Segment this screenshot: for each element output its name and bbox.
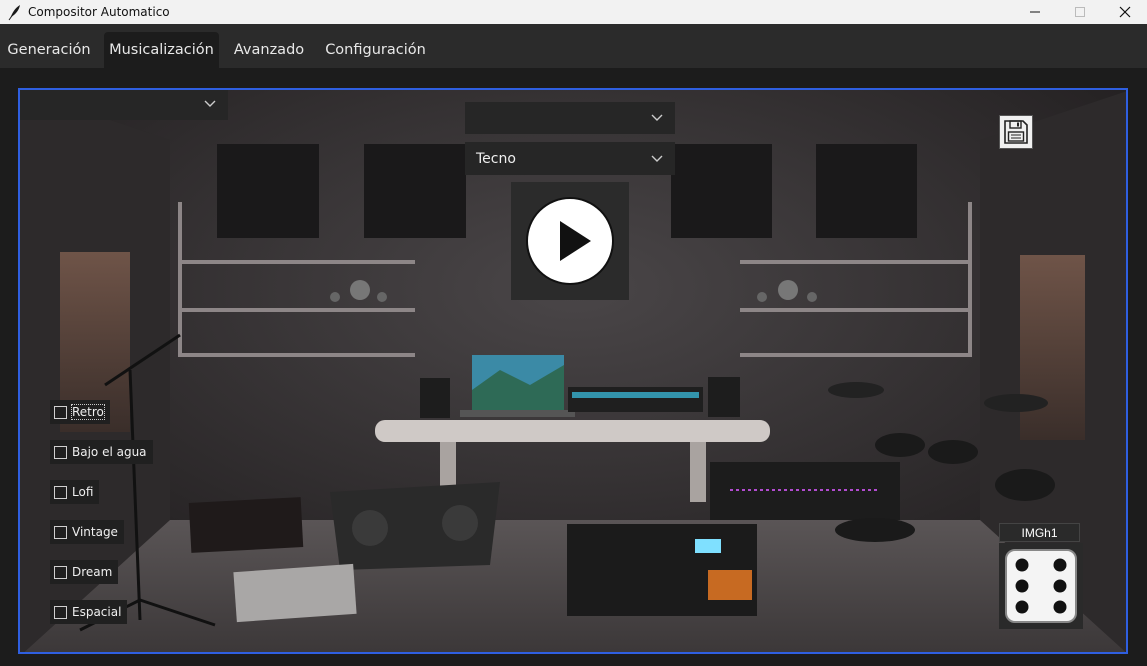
tab-configuracion[interactable]: Configuración <box>320 32 431 68</box>
effect-checkbox-bajo-el-agua[interactable]: Bajo el agua <box>50 440 153 464</box>
effect-checkbox-espacial[interactable]: Espacial <box>50 600 128 624</box>
checkbox-square[interactable] <box>54 485 67 499</box>
feather-icon <box>8 5 20 21</box>
effect-label: Dream <box>72 565 113 579</box>
dice-button[interactable] <box>999 543 1083 629</box>
checkbox-square[interactable] <box>54 445 67 459</box>
effect-checkbox-lofi[interactable]: Lofi <box>50 480 100 504</box>
effect-label: Vintage <box>72 525 118 539</box>
window-title: Compositor Automatico <box>28 5 170 19</box>
close-button[interactable] <box>1102 0 1147 24</box>
effect-label: Lofi <box>72 485 94 499</box>
checkbox-square[interactable] <box>54 405 67 419</box>
tab-musicalizacion[interactable]: Musicalización <box>104 32 219 68</box>
checkbox-square[interactable] <box>54 525 67 539</box>
play-icon <box>526 197 614 285</box>
dice-six-icon <box>1005 549 1077 623</box>
top-dropdown[interactable] <box>465 102 675 134</box>
effect-label: Bajo el agua <box>72 445 147 459</box>
maximize-icon <box>1075 7 1085 17</box>
minimize-icon <box>1030 11 1040 13</box>
save-button[interactable] <box>999 115 1033 149</box>
checkbox-square[interactable] <box>54 565 67 579</box>
minimize-button[interactable] <box>1012 0 1058 24</box>
effect-label: Espacial <box>72 605 122 619</box>
studio-scene: Tecno Retro Bajo el agua Lofi Vintage Dr… <box>18 88 1128 654</box>
top-left-dropdown[interactable] <box>20 90 228 120</box>
effect-label: Retro <box>71 404 105 420</box>
effect-checkbox-vintage[interactable]: Vintage <box>50 520 124 544</box>
genre-dropdown[interactable]: Tecno <box>465 142 675 175</box>
effect-checkbox-dream[interactable]: Dream <box>50 560 119 584</box>
effect-checkbox-retro[interactable]: Retro <box>50 400 110 424</box>
tab-avanzado[interactable]: Avanzado <box>226 32 312 68</box>
tab-generacion[interactable]: Generación <box>0 32 98 68</box>
image-label: IMGh1 <box>999 523 1080 542</box>
chevron-down-icon <box>651 114 663 121</box>
genre-dropdown-value: Tecno <box>476 150 516 167</box>
checkbox-square[interactable] <box>54 605 67 619</box>
title-bar: Compositor Automatico <box>0 0 1147 24</box>
tab-bar: Generación Musicalización Avanzado Confi… <box>0 24 1147 68</box>
close-icon <box>1119 6 1131 18</box>
floppy-disk-icon <box>1004 120 1028 144</box>
chevron-down-icon <box>204 100 216 107</box>
play-button[interactable] <box>511 182 629 300</box>
chevron-down-icon <box>651 155 663 162</box>
maximize-button[interactable] <box>1057 0 1103 24</box>
